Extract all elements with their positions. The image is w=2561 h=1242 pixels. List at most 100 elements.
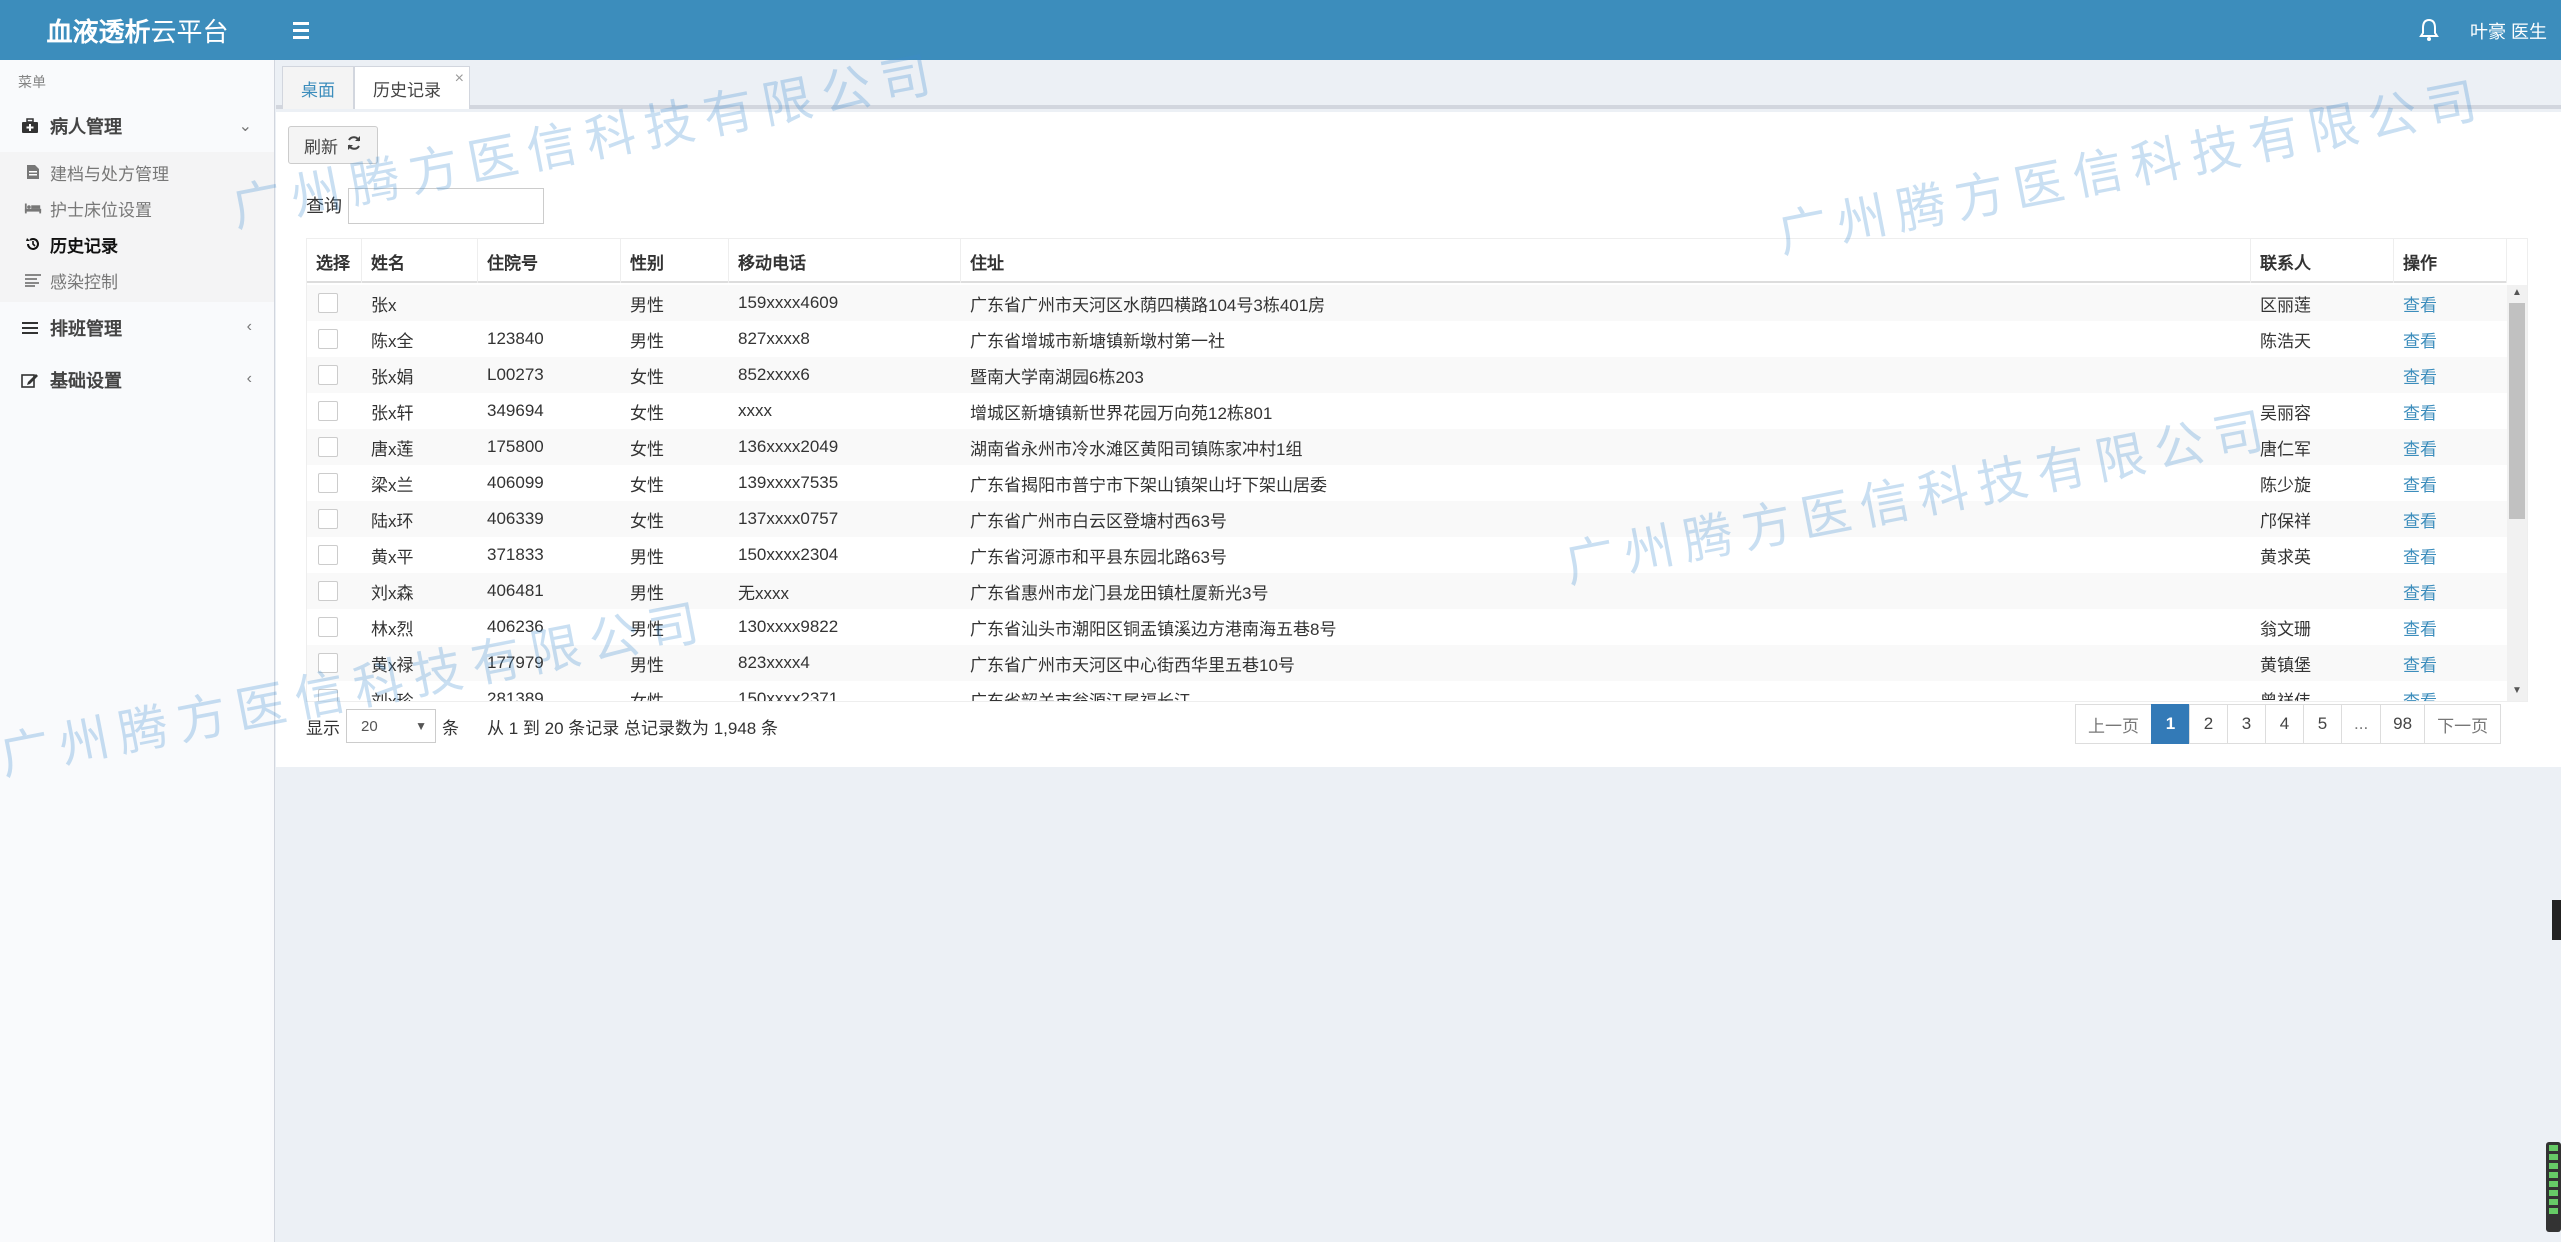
row-checkbox[interactable] [318,617,338,637]
row-checkbox[interactable] [318,473,338,493]
row-checkbox[interactable] [318,329,338,349]
view-link[interactable]: 查看 [2394,393,2507,429]
row-checkbox[interactable] [318,401,338,421]
row-checkbox[interactable] [318,293,338,313]
sidebar-item-nurse-bed-settings[interactable]: 护士床位设置 [0,190,274,226]
refresh-button[interactable]: 刷新 [288,126,378,164]
row-checkbox[interactable] [318,437,338,457]
sidebar-item-infection-control[interactable]: 感染控制 [0,262,274,298]
column-header-name[interactable]: 姓名 [362,239,478,283]
top-navbar: 血液透析 云平台 叶豪 医生 [0,0,2561,60]
table-row[interactable]: 陈x全 123840 男性 827xxxx8 广东省增城市新塘镇新墩村第一社 陈浩天 查看 [307,321,2507,357]
column-header-gender[interactable]: 性别 [621,239,729,283]
view-link[interactable]: 查看 [2394,645,2507,681]
view-link[interactable]: 查看 [2394,573,2507,609]
next-page-button[interactable]: 下一页 [2424,704,2502,744]
menu-toggle-icon[interactable] [290,15,320,45]
cell-address: 广东省河源市和平县东园北路63号 [970,547,1227,567]
view-link[interactable]: 查看 [2394,537,2507,573]
column-header-admission-no[interactable]: 住院号 [478,239,621,283]
cell-contact [2251,573,2394,609]
cell-contact: 曾祥伟 [2260,691,2311,702]
row-checkbox[interactable] [318,653,338,673]
column-header-mobile[interactable]: 移动电话 [729,239,961,283]
table-row[interactable]: 黄x平 371833 男性 150xxxx2304 广东省河源市和平县东园北路63号 黄求… [307,537,2507,573]
table-row[interactable]: 张x娟 L00273 女性 852xxxx6 暨南大学南湖园6栋203 查看 [307,357,2507,393]
sidebar-item-patient-management[interactable]: 病人管理 ⌄ [0,100,274,152]
cell-select[interactable] [307,285,362,321]
side-handle[interactable] [2552,900,2561,940]
page-size-select[interactable]: 20 ▼ [346,709,436,743]
bell-icon[interactable] [2416,16,2442,44]
page-size-value: 20 [361,717,378,735]
tab-desktop[interactable]: 桌面 [282,66,354,109]
table-row[interactable]: 唐x莲 175800 女性 136xxxx2049 湖南省永州市冷水滩区黄阳司镇陈家冲村… [307,429,2507,465]
page-button[interactable]: 5 [2303,704,2342,744]
row-checkbox[interactable] [318,689,338,701]
scroll-up-icon[interactable]: ▲ [2507,287,2527,303]
page-button[interactable]: 3 [2227,704,2266,744]
cell-select[interactable] [307,681,362,701]
user-menu[interactable]: 叶豪 医生 [2470,18,2547,44]
cell-select[interactable] [307,465,362,501]
table-row[interactable]: 刘x珍 281389 女性 150xxxx2371 广东省韶关市翁源江尾福长江 曾祥伟 查看 [307,681,2507,702]
cell-select[interactable] [307,393,362,429]
cell-select[interactable] [307,501,362,537]
table-row[interactable]: 张x轩 349694 女性 xxxx 增城区新塘镇新世界花园万向苑12栋801 吴丽容 查看 [307,393,2507,429]
view-link[interactable]: 查看 [2394,321,2507,357]
cell-address: 广东省广州市天河区水荫四横路104号3栋401房 [970,295,1326,315]
row-checkbox[interactable] [318,365,338,385]
tab-history[interactable]: 历史记录 × [354,66,470,109]
cell-admission-no [478,285,621,321]
column-header-contact[interactable]: 联系人 [2251,239,2394,283]
view-link[interactable]: 查看 [2394,609,2507,645]
cell-select[interactable] [307,357,362,393]
cell-gender: 女性 [630,475,664,495]
view-link[interactable]: 查看 [2394,501,2507,537]
view-link[interactable]: 查看 [2394,285,2507,321]
view-link[interactable]: 查看 [2394,429,2507,465]
cell-select[interactable] [307,537,362,573]
sidebar-item-records-prescriptions[interactable]: 建档与处方管理 [0,154,274,190]
sidebar-item-history[interactable]: 历史记录 [0,226,274,262]
view-link[interactable]: 查看 [2394,357,2507,393]
table-row[interactable]: 林x烈 406236 男性 130xxxx9822 广东省汕头市潮阳区铜盂镇溪边方港南海… [307,609,2507,645]
cell-select[interactable] [307,321,362,357]
sidebar-item-scheduling[interactable]: 排班管理 ‹ [0,302,274,354]
cell-gender: 男性 [630,331,664,351]
cell-gender: 女性 [630,691,664,702]
column-header-address[interactable]: 住址 [961,239,2251,283]
sidebar-item-basic-settings[interactable]: 基础设置 ‹ [0,354,274,406]
cell-select[interactable] [307,429,362,465]
row-checkbox[interactable] [318,545,338,565]
scroll-thumb[interactable] [2509,303,2525,519]
table-row[interactable]: 陆x环 406339 女性 137xxxx0757 广东省广州市白云区登塘村西63号 邝保… [307,501,2507,537]
row-checkbox[interactable] [318,581,338,601]
page-button[interactable]: 1 [2151,704,2190,744]
page-button[interactable]: 2 [2189,704,2228,744]
table-row[interactable]: 张x 男性 159xxxx4609 广东省广州市天河区水荫四横路104号3栋401房 区… [307,285,2507,321]
table-scrollbar[interactable]: ▲ ▼ [2507,285,2527,701]
cell-contact: 吴丽容 [2260,403,2311,423]
page-button[interactable]: 98 [2380,704,2426,744]
bars-icon [20,318,40,338]
cell-select[interactable] [307,645,362,681]
page-button[interactable]: 4 [2265,704,2304,744]
table-row[interactable]: 梁x兰 406099 女性 139xxxx7535 广东省揭阳市普宁市下架山镇架山圩下架… [307,465,2507,501]
search-input[interactable] [348,188,544,224]
table-row[interactable]: 黄x禄 177979 男性 823xxxx4 广东省广州市天河区中心街西华里五巷10号 黄… [307,645,2507,681]
cell-select[interactable] [307,573,362,609]
view-link[interactable]: 查看 [2394,465,2507,501]
cell-select[interactable] [307,609,362,645]
brand-logo[interactable]: 血液透析 云平台 [0,0,275,60]
row-checkbox[interactable] [318,509,338,529]
cell-name: 林x烈 [371,619,414,639]
prev-page-button[interactable]: 上一页 [2075,704,2152,744]
close-icon[interactable]: × [455,70,464,88]
table-row[interactable]: 刘x森 406481 男性 无xxxx 广东省惠州市龙门县龙田镇杜厦新光3号 查看 [307,573,2507,609]
cell-gender: 女性 [630,511,664,531]
scroll-down-icon[interactable]: ▼ [2507,685,2527,701]
cell-address: 广东省汕头市潮阳区铜盂镇溪边方港南海五巷8号 [970,619,1337,639]
history-icon [24,235,42,253]
view-link[interactable]: 查看 [2394,681,2507,702]
